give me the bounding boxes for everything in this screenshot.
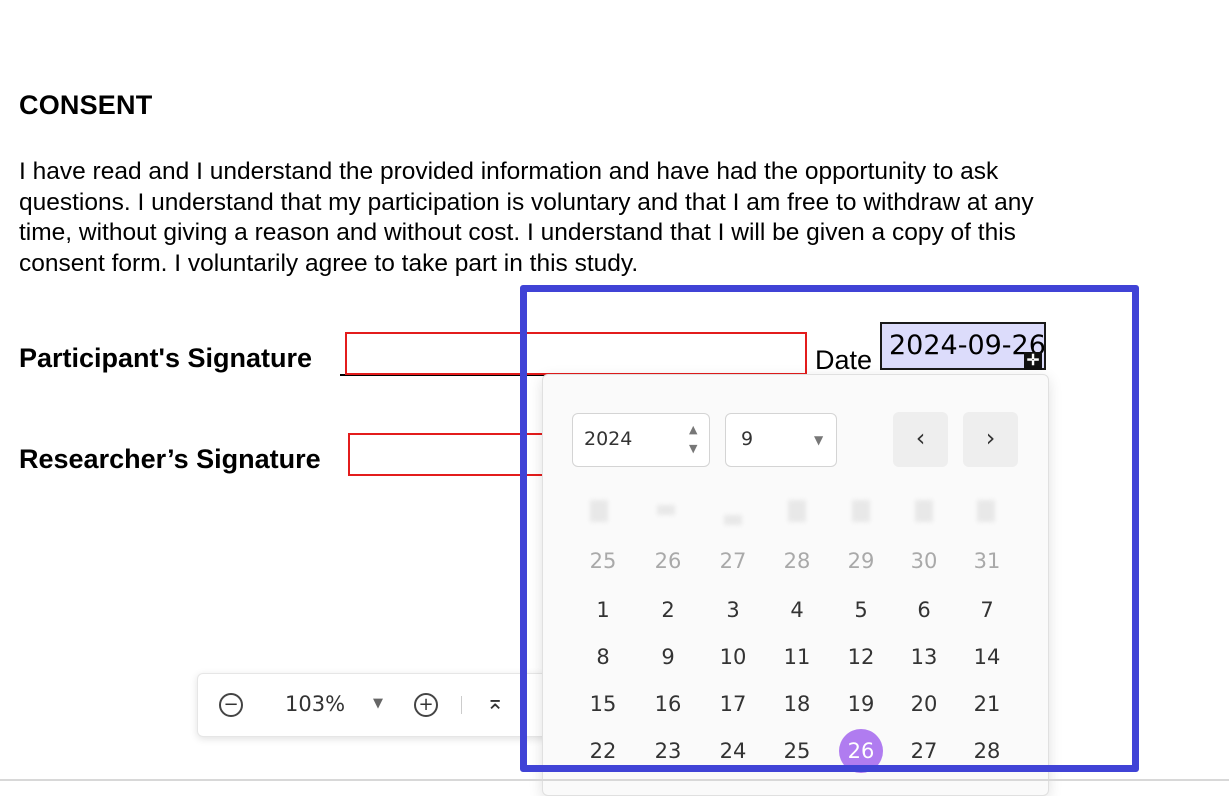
calendar-day[interactable]: 30 [902, 539, 946, 583]
calendar-day[interactable]: 22 [581, 729, 625, 773]
calendar-day[interactable]: 26 [646, 539, 690, 583]
calendar-day[interactable]: 4 [775, 588, 819, 632]
weekday-cell [788, 500, 806, 522]
calendar-day[interactable]: 27 [711, 539, 755, 583]
calendar-day[interactable]: 31 [965, 539, 1009, 583]
calendar-day[interactable]: 8 [581, 635, 625, 679]
date-field[interactable]: 2024-09-26 [880, 322, 1046, 370]
weekday-cell [852, 500, 870, 522]
zoom-level-value[interactable]: 103% [285, 692, 345, 716]
calendar-day[interactable]: 6 [902, 588, 946, 632]
researcher-signature-field[interactable] [348, 433, 548, 476]
zoom-in-button[interactable]: + [414, 693, 438, 717]
spin-up-icon[interactable]: ▲ [689, 423, 697, 436]
month-value: 9 [741, 428, 754, 450]
calendar-day[interactable]: 5 [839, 588, 883, 632]
calendar-day[interactable]: 16 [646, 682, 690, 726]
calendar-day[interactable]: 12 [839, 635, 883, 679]
weekday-cell [977, 500, 995, 522]
weekday-cell [724, 515, 742, 525]
calendar-day[interactable]: 29 [839, 539, 883, 583]
calendar-day[interactable]: 10 [711, 635, 755, 679]
prev-month-button[interactable]: ‹ [893, 412, 948, 467]
date-picker-popup: 2024 ▲ ▼ 9 ▼ ‹ › 25 26 27 28 29 30 31 1 2 3 4 5 6 7 8 9… [542, 374, 1049, 796]
calendar-day-selected[interactable]: 26 [839, 729, 883, 773]
consent-title: CONSENT [19, 90, 153, 120]
researcher-signature-label: Researcher’s Signature [19, 444, 321, 474]
calendar-day[interactable]: 1 [581, 588, 625, 632]
calendar-day[interactable]: 25 [775, 729, 819, 773]
calendar-day[interactable]: 24 [711, 729, 755, 773]
calendar-day[interactable]: 15 [581, 682, 625, 726]
calendar-day[interactable]: 17 [711, 682, 755, 726]
calendar-day[interactable]: 9 [646, 635, 690, 679]
zoom-dropdown-caret-icon[interactable]: ▼ [373, 696, 383, 711]
calendar-day[interactable]: 28 [965, 729, 1009, 773]
participant-signature-label: Participant's Signature [19, 343, 312, 373]
chevron-right-icon: › [985, 424, 996, 452]
scroll-to-top-icon[interactable]: ⌅ [486, 690, 504, 715]
calendar-day[interactable]: 14 [965, 635, 1009, 679]
year-spinbox[interactable]: 2024 ▲ ▼ [572, 413, 710, 467]
zoom-toolbar: − 103% ▼ + ⌅ [197, 673, 559, 737]
zoom-out-button[interactable]: − [219, 693, 243, 717]
calendar-day[interactable]: 18 [775, 682, 819, 726]
plus-circle-icon: + [418, 694, 434, 715]
calendar-day[interactable]: 7 [965, 588, 1009, 632]
calendar-day[interactable]: 11 [775, 635, 819, 679]
calendar-day[interactable]: 2 [646, 588, 690, 632]
calendar-day[interactable]: 20 [902, 682, 946, 726]
chevron-down-icon: ▼ [814, 433, 824, 447]
calendar-day[interactable]: 28 [775, 539, 819, 583]
toolbar-divider [461, 696, 462, 714]
calendar-day[interactable]: 3 [711, 588, 755, 632]
spin-down-icon[interactable]: ▼ [689, 442, 697, 455]
calendar-day[interactable]: 19 [839, 682, 883, 726]
weekday-cell [915, 500, 933, 522]
calendar-day[interactable]: 23 [646, 729, 690, 773]
calendar-day[interactable]: 21 [965, 682, 1009, 726]
weekday-cell [590, 500, 608, 522]
minus-circle-icon: − [223, 694, 239, 715]
calendar-day[interactable]: 13 [902, 635, 946, 679]
chevron-left-icon: ‹ [915, 424, 926, 452]
next-month-button[interactable]: › [963, 412, 1018, 467]
month-select[interactable]: 9 ▼ [725, 413, 837, 467]
move-handle-icon[interactable]: ✛ [1024, 352, 1042, 370]
weekday-cell [657, 505, 675, 515]
calendar-day[interactable]: 25 [581, 539, 625, 583]
participant-signature-field[interactable] [345, 332, 807, 375]
year-value: 2024 [584, 428, 633, 450]
consent-paragraph: I have read and I understand the provide… [19, 158, 1034, 277]
calendar-day[interactable]: 27 [902, 729, 946, 773]
date-label: Date [815, 345, 873, 375]
